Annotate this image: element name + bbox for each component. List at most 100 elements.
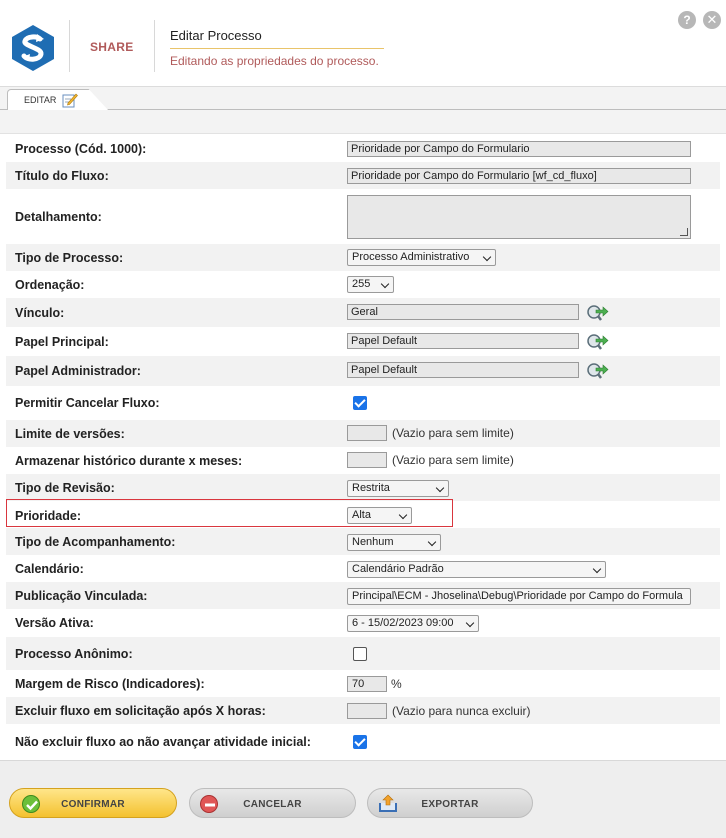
toolbar-strip — [0, 110, 726, 134]
search-arrow-icon[interactable] — [585, 360, 609, 380]
dialog-header: SHARE Editar Processo Editando as propri… — [0, 0, 726, 86]
field-label: Publicação Vinculada: — [15, 589, 148, 603]
margem-risco-field[interactable]: 70 — [347, 676, 387, 692]
tipo-processo-select[interactable]: Processo Administrativo — [347, 249, 496, 266]
tab-bar: EDITAR — [0, 86, 726, 111]
publicacao-select[interactable]: Principal\ECM - Jhoselina\Debug\Priorida… — [347, 588, 691, 605]
page-title: Editar Processo — [170, 28, 262, 43]
form-row-vinculo: Vínculo: Geral — [6, 298, 720, 327]
excluir-fluxo-field[interactable] — [347, 703, 387, 719]
help-icon[interactable]: ? — [678, 11, 696, 29]
export-label: EXPORTAR — [421, 799, 479, 810]
select-value: Calendário Padrão — [352, 563, 444, 575]
nao-excluir-checkbox[interactable] — [353, 735, 367, 749]
armazenar-historico-field[interactable] — [347, 452, 387, 468]
form-row-excluir-fluxo: Excluir fluxo em solicitação após X hora… — [6, 697, 720, 724]
resize-handle[interactable] — [680, 228, 688, 236]
chevron-down-icon — [380, 279, 390, 289]
form-row-ordenacao: Ordenação: 255 — [6, 271, 720, 298]
field-label: Calendário: — [15, 562, 84, 576]
form-row-calendario: Calendário: Calendário Padrão — [6, 555, 720, 582]
header-divider — [154, 20, 155, 72]
processo-field[interactable]: Prioridade por Campo do Formulario — [347, 141, 691, 157]
select-value: Nenhum — [352, 536, 394, 548]
field-label: Excluir fluxo em solicitação após X hora… — [15, 704, 266, 718]
search-arrow-icon[interactable] — [585, 331, 609, 351]
tipo-acompanhamento-select[interactable]: Nenhum — [347, 534, 441, 551]
cancel-label: CANCELAR — [243, 799, 302, 810]
select-value: Processo Administrativo — [352, 251, 470, 263]
form-row-permitir-cancelar: Permitir Cancelar Fluxo: — [6, 386, 720, 420]
select-value: 6 - 15/02/2023 09:00 — [352, 617, 454, 629]
select-value: 255 — [352, 278, 371, 290]
tab-label: EDITAR — [24, 95, 57, 105]
edit-icon — [62, 93, 78, 108]
field-label: Permitir Cancelar Fluxo: — [15, 396, 160, 410]
field-label: Papel Principal: — [15, 335, 109, 349]
calendario-select[interactable]: Calendário Padrão — [347, 561, 606, 578]
field-label: Tipo de Acompanhamento: — [15, 535, 176, 549]
vinculo-field[interactable]: Geral — [347, 304, 579, 320]
form-row-versao-ativa: Versão Ativa: 6 - 15/02/2023 09:00 — [6, 609, 720, 637]
tab-editar[interactable]: EDITAR — [7, 89, 109, 111]
field-label: Não excluir fluxo ao não avançar ativida… — [15, 735, 311, 749]
ordenacao-select[interactable]: 255 — [347, 276, 394, 293]
prioridade-highlight-box — [6, 499, 453, 527]
select-value: Restrita — [352, 482, 390, 494]
field-label: Versão Ativa: — [15, 616, 94, 630]
form-row-margem-risco: Margem de Risco (Indicadores): 70 % — [6, 670, 720, 697]
page-subtitle: Editando as propriedades do processo. — [170, 54, 379, 68]
confirm-button[interactable]: CONFIRMAR — [9, 788, 177, 818]
papel-principal-field[interactable]: Papel Default — [347, 333, 579, 349]
permitir-cancelar-checkbox[interactable] — [353, 396, 367, 410]
field-label: Título do Fluxo: — [15, 169, 109, 183]
brand-name: SHARE — [90, 40, 134, 54]
chevron-down-icon — [465, 618, 475, 628]
form-row-titulo: Título do Fluxo: Prioridade por Campo do… — [6, 162, 720, 189]
chevron-down-icon — [592, 564, 602, 574]
versao-ativa-select[interactable]: 6 - 15/02/2023 09:00 — [347, 615, 479, 632]
field-label: Vínculo: — [15, 306, 65, 320]
margem-risco-unit: % — [391, 677, 402, 691]
detalhamento-textarea[interactable] — [347, 195, 691, 239]
form-row-processo-anonimo: Processo Anônimo: — [6, 637, 720, 670]
chevron-down-icon — [427, 537, 437, 547]
app-logo-icon — [12, 25, 54, 71]
field-label: Processo (Cód. 1000): — [15, 142, 147, 156]
close-icon[interactable]: ✕ — [703, 11, 721, 29]
header-divider — [69, 20, 70, 72]
chevron-down-icon — [435, 483, 445, 493]
form-row-nao-excluir: Não excluir fluxo ao não avançar ativida… — [6, 724, 720, 757]
limite-versoes-field[interactable] — [347, 425, 387, 441]
processo-anonimo-checkbox[interactable] — [353, 647, 367, 661]
field-hint: (Vazio para nunca excluir) — [392, 704, 531, 718]
form-row-tipo-acompanhamento: Tipo de Acompanhamento: Nenhum — [6, 528, 720, 555]
field-hint: (Vazio para sem limite) — [392, 426, 514, 440]
dialog-footer: CONFIRMAR CANCELAR EXPORTAR — [0, 760, 726, 838]
field-label: Ordenação: — [15, 278, 85, 292]
form-row-papel-principal: Papel Principal: Papel Default — [6, 327, 720, 356]
form-row-detalhamento: Detalhamento: — [6, 189, 720, 244]
field-label: Processo Anônimo: — [15, 647, 133, 661]
papel-admin-field[interactable]: Papel Default — [347, 362, 579, 378]
form-row-limite-versoes: Limite de versões: (Vazio para sem limit… — [6, 420, 720, 447]
field-label: Margem de Risco (Indicadores): — [15, 677, 205, 691]
form-row-processo: Processo (Cód. 1000): Prioridade por Cam… — [6, 135, 720, 162]
cancel-button[interactable]: CANCELAR — [189, 788, 356, 818]
titulo-field[interactable]: Prioridade por Campo do Formulario [wf_c… — [347, 168, 691, 184]
form-row-armazenar-historico: Armazenar histórico durante x meses: (Va… — [6, 447, 720, 474]
field-label: Detalhamento: — [15, 210, 102, 224]
form-row-publicacao: Publicação Vinculada: Principal\ECM - Jh… — [6, 582, 720, 609]
field-label: Tipo de Processo: — [15, 251, 124, 265]
field-label: Tipo de Revisão: — [15, 481, 115, 495]
title-underline — [170, 48, 384, 49]
chevron-down-icon — [482, 252, 492, 262]
form-row-tipo-revisao: Tipo de Revisão: Restrita — [6, 474, 720, 501]
field-label: Limite de versões: — [15, 427, 125, 441]
field-hint: (Vazio para sem limite) — [392, 453, 514, 467]
tipo-revisao-select[interactable]: Restrita — [347, 480, 449, 497]
export-button[interactable]: EXPORTAR — [367, 788, 533, 818]
search-arrow-icon[interactable] — [585, 302, 609, 322]
field-label: Armazenar histórico durante x meses: — [15, 454, 243, 468]
form-row-papel-admin: Papel Administrador: Papel Default — [6, 356, 720, 386]
